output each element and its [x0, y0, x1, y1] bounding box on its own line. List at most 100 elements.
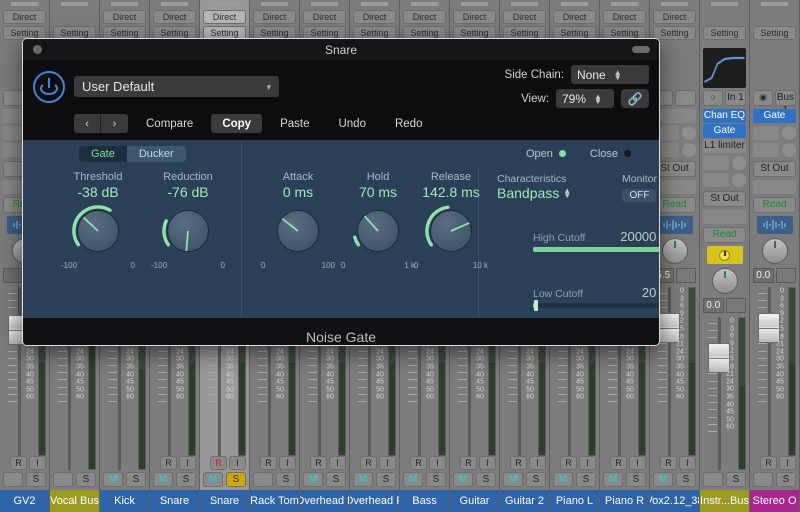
knob-dial[interactable]	[270, 203, 326, 259]
direct-button[interactable]: Direct	[603, 10, 646, 24]
close-icon[interactable]	[33, 45, 42, 54]
input-monitor-button[interactable]: I	[429, 456, 446, 470]
tab-gate[interactable]: Gate	[79, 146, 127, 162]
volume-value[interactable]: 0.0	[753, 268, 774, 283]
view-zoom-select[interactable]: 79% ▲▼	[556, 89, 614, 108]
track-icon[interactable]	[707, 246, 743, 264]
knob-dial[interactable]	[423, 203, 479, 259]
volume-value[interactable]: 0.0	[703, 298, 724, 313]
mute-button[interactable]: M	[53, 472, 73, 487]
mute-button[interactable]: M	[353, 472, 373, 487]
window-resize-pill-icon[interactable]	[632, 46, 650, 53]
mute-button[interactable]: M	[253, 472, 273, 487]
insert-l1-limiter[interactable]: L1 limiter	[703, 139, 746, 153]
track-name[interactable]: Bass	[400, 490, 449, 512]
record-enable-button[interactable]: R	[310, 456, 327, 470]
setting-button[interactable]: Setting	[703, 26, 746, 40]
mute-button[interactable]: M	[753, 472, 773, 487]
record-enable-button[interactable]: R	[210, 456, 227, 470]
knob-dial[interactable]	[350, 203, 406, 259]
track-name[interactable]: Snare	[150, 490, 199, 512]
solo-button[interactable]: S	[776, 472, 796, 487]
solo-button[interactable]: S	[326, 472, 346, 487]
insert-gate[interactable]: Gate	[753, 109, 796, 123]
filter-thumb[interactable]	[534, 300, 538, 311]
fader-area[interactable]: 03691215182124303540455060	[700, 313, 749, 470]
redo-button[interactable]: Redo	[384, 114, 434, 133]
mute-button[interactable]: M	[653, 472, 673, 487]
input-label[interactable]: Bus 1	[775, 90, 796, 106]
input-monitor-button[interactable]: I	[629, 456, 646, 470]
direct-button[interactable]: Direct	[153, 10, 196, 24]
input-label[interactable]: In 1	[725, 90, 746, 106]
insert-chan-eq[interactable]: Chan EQ	[703, 109, 746, 123]
input-label[interactable]	[675, 90, 696, 106]
record-enable-button[interactable]: R	[510, 456, 527, 470]
track-name[interactable]: Kick	[100, 490, 149, 512]
knob-reduction[interactable]: Reduction-76 dB-1000	[145, 171, 231, 270]
input-monitor-button[interactable]: I	[229, 456, 246, 470]
direct-button[interactable]: Direct	[503, 10, 546, 24]
input-monitor-button[interactable]: I	[29, 456, 46, 470]
pan-knob[interactable]	[712, 268, 738, 294]
input-monitor-button[interactable]: I	[529, 456, 546, 470]
undo-button[interactable]: Undo	[327, 114, 377, 133]
knob-attack[interactable]: Attack0 ms0100	[255, 171, 341, 270]
track-name[interactable]: Instr...Bus	[700, 490, 749, 512]
solo-button[interactable]: S	[26, 472, 46, 487]
track-icon[interactable]	[757, 216, 793, 234]
solo-button[interactable]: S	[126, 472, 146, 487]
direct-button[interactable]: Direct	[203, 10, 246, 24]
solo-button[interactable]: S	[376, 472, 396, 487]
monitor-control[interactable]: Monitor OFF	[622, 173, 657, 203]
input-monitor-button[interactable]: I	[329, 456, 346, 470]
input-monitor-button[interactable]: I	[679, 456, 696, 470]
mute-button[interactable]: M	[303, 472, 323, 487]
volume-value[interactable]	[3, 268, 24, 283]
solo-button[interactable]: S	[76, 472, 96, 487]
record-enable-button[interactable]: R	[660, 456, 677, 470]
direct-button[interactable]: Direct	[3, 10, 46, 24]
knob-dial[interactable]	[70, 203, 126, 259]
input-monitor-button[interactable]: I	[279, 456, 296, 470]
insert-gate[interactable]: Gate	[703, 124, 746, 138]
direct-button[interactable]: Direct	[353, 10, 396, 24]
knob-release[interactable]: Release142.8 ms010 k	[408, 171, 494, 270]
input-monitor-button[interactable]: I	[479, 456, 496, 470]
mute-button[interactable]: M	[603, 472, 623, 487]
direct-button[interactable]: Direct	[653, 10, 696, 24]
record-enable-button[interactable]: R	[760, 456, 777, 470]
mute-button[interactable]: M	[153, 472, 173, 487]
direct-button[interactable]: Direct	[103, 10, 146, 24]
filter-slider[interactable]	[533, 303, 660, 308]
record-enable-button[interactable]: R	[460, 456, 477, 470]
track-name[interactable]: Guitar 2	[500, 490, 549, 512]
next-preset-button[interactable]: ›	[101, 114, 128, 133]
track-name[interactable]: Overhead R	[350, 490, 399, 512]
mute-button[interactable]: M	[103, 472, 123, 487]
knob-threshold[interactable]: Threshold-38 dB-1000	[55, 171, 141, 270]
pan-knob[interactable]	[662, 238, 688, 264]
solo-button[interactable]: S	[726, 472, 746, 487]
track-name[interactable]: Overhead L	[300, 490, 349, 512]
output-button[interactable]: St Out	[753, 161, 796, 177]
filter-slider[interactable]	[533, 247, 660, 252]
direct-button[interactable]: Direct	[253, 10, 296, 24]
solo-button[interactable]: S	[576, 472, 596, 487]
mixer-channel-stereo-o[interactable]: Setting◉Bus 1GateSt OutRead0.00369121518…	[750, 0, 800, 512]
track-name[interactable]: Piano R	[600, 490, 649, 512]
input-monitor-button[interactable]: I	[779, 456, 796, 470]
characteristics-control[interactable]: Characteristics Bandpass ▲▼	[497, 173, 571, 203]
setting-button[interactable]: Setting	[653, 26, 696, 40]
filter-high-cutoff[interactable]: High Cutoff20000 Hz	[533, 229, 660, 252]
record-enable-button[interactable]: R	[260, 456, 277, 470]
mute-button[interactable]: M	[503, 472, 523, 487]
power-button[interactable]	[33, 71, 65, 103]
solo-button[interactable]: S	[526, 472, 546, 487]
solo-button[interactable]: S	[426, 472, 446, 487]
mute-button[interactable]: M	[403, 472, 423, 487]
automation-mode-button[interactable]: Read	[753, 197, 796, 213]
solo-button[interactable]: S	[276, 472, 296, 487]
track-name[interactable]: Vocal Bus	[50, 490, 99, 512]
input-monitor-button[interactable]: I	[379, 456, 396, 470]
